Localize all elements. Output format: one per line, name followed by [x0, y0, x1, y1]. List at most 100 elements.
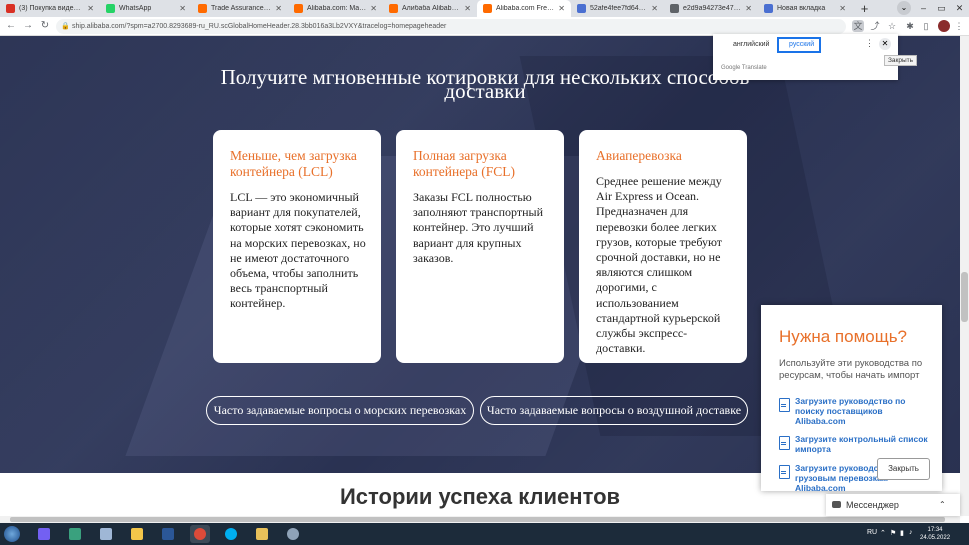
browser-tab[interactable]: Alibaba.com: Manufact ✕ [288, 0, 383, 17]
lang-target-option[interactable]: русский [777, 37, 821, 53]
browser-tab[interactable]: Алибаба Alibaba - кра ✕ [383, 0, 477, 17]
taskbar-clock[interactable]: 17:34 24.05.2022 [920, 526, 950, 542]
tab-label: Alibaba.com: Manufact [307, 5, 367, 12]
window-close-icon[interactable]: ✕ [952, 0, 967, 17]
taskbar-app-chrome[interactable] [190, 525, 210, 543]
forward-arrow-icon[interactable]: → [21, 19, 35, 33]
browser-tab[interactable]: e2d9a94273e47e637c ✕ [664, 0, 758, 17]
browser-tab[interactable]: 52afe4fee7fd64be8b ✕ [571, 0, 664, 17]
lock-icon: 🔒 [61, 23, 70, 30]
messenger-bar[interactable]: Мессенджер ⌃ [826, 494, 960, 516]
tab-close-icon[interactable]: ✕ [464, 4, 471, 13]
taskbar-app-files[interactable] [252, 525, 272, 543]
tray-chevron-up-icon[interactable]: ⌃ [880, 529, 886, 537]
new-tab-plus-icon[interactable]: + [857, 1, 872, 16]
chevron-up-icon[interactable]: ⌃ [939, 494, 946, 516]
tab-label: (3) Покупка видеокарт [19, 5, 83, 12]
chrome-icon [194, 528, 206, 540]
card-title: Меньше, чем загрузка контейнера (LCL) [230, 148, 357, 179]
translate-icon[interactable]: 文 [852, 20, 864, 32]
tab-search-chevron-icon[interactable]: ⌄ [897, 1, 911, 15]
side-panel-icon[interactable]: ▯ [920, 20, 932, 32]
tab-close-icon[interactable]: ✕ [745, 4, 752, 13]
shipping-card-air: Авиаперевозка Среднее решение между Air … [579, 130, 747, 363]
close-icon[interactable]: ✕ [879, 38, 891, 50]
help-link-import-checklist[interactable]: Загрузите контрольный список импорта [779, 434, 934, 454]
document-icon [779, 436, 790, 450]
tab-label: Alibaba.com Freight: us [496, 5, 554, 12]
scrollbar-thumb[interactable] [10, 517, 945, 522]
browser-tab[interactable]: Alibaba.com Freight: us ✕ [477, 0, 571, 17]
faq-sea-freight-button[interactable]: Часто задаваемые вопросы о морских перев… [206, 396, 474, 425]
profile-avatar[interactable] [938, 20, 950, 32]
notepad-icon [100, 528, 112, 540]
vertical-scrollbar[interactable] [960, 36, 969, 516]
shipping-card-lcl: Меньше, чем загрузка контейнера (LCL) LC… [213, 130, 381, 363]
tab-close-icon[interactable]: ✕ [370, 4, 377, 13]
tab-favicon [389, 4, 398, 13]
browser-tab[interactable]: WhatsApp ✕ [100, 0, 192, 17]
browser-tab[interactable]: Trade Assurance Order ✕ [192, 0, 288, 17]
tab-close-icon[interactable]: ✕ [839, 4, 846, 13]
help-link-label: Загрузите контрольный список импорта [795, 434, 928, 454]
taskbar-app-notepad[interactable] [96, 525, 116, 543]
tab-favicon [6, 4, 15, 13]
horizontal-scrollbar[interactable] [0, 516, 960, 523]
bookmark-star-icon[interactable]: ☆ [886, 20, 898, 32]
messenger-label: Мессенджер [846, 500, 899, 510]
tab-favicon [483, 4, 492, 13]
taskbar-app-viber[interactable] [34, 525, 54, 543]
back-arrow-icon[interactable]: ← [4, 19, 18, 33]
tab-close-icon[interactable]: ✕ [558, 4, 565, 13]
document-icon [779, 398, 790, 412]
shipping-card-fcl: Полная загрузка контейнера (FCL) Заказы … [396, 130, 564, 363]
scrollbar-thumb[interactable] [961, 272, 968, 322]
tray-network-icon[interactable]: ▮ [900, 529, 904, 537]
more-options-icon[interactable]: ⋮ [865, 38, 874, 49]
browser-tab[interactable]: Новая вкладка ✕ [758, 0, 852, 17]
card-text: LCL — это экономичный вариант для покупа… [230, 190, 366, 311]
help-title: Нужна помощь? [779, 327, 908, 346]
maximize-icon[interactable]: ▭ [934, 0, 949, 17]
reload-icon[interactable]: ↻ [38, 19, 52, 33]
tray-volume-icon[interactable]: ♪ [909, 529, 913, 536]
close-tooltip: Закрыть [884, 55, 918, 66]
tray-flag-icon[interactable]: ⚑ [890, 529, 896, 537]
browser-tab[interactable]: (3) Покупка видеокарт ✕ [0, 0, 100, 17]
tab-label: Новая вкладка [777, 5, 826, 12]
tab-close-icon[interactable]: ✕ [179, 4, 186, 13]
browser-menu-icon[interactable]: ⋮ [953, 20, 965, 32]
help-link-supplier-guide[interactable]: Загрузите руководство по поиску поставщи… [779, 396, 934, 426]
tab-label: Trade Assurance Order [211, 5, 272, 12]
tab-label: 52afe4fee7fd64be8b [590, 5, 647, 12]
tab-label: Алибаба Alibaba - кра [402, 5, 460, 12]
tab-close-icon[interactable]: ✕ [275, 4, 282, 13]
lang-source-option[interactable]: английский [723, 37, 779, 53]
taskbar-app-triangle[interactable] [65, 525, 85, 543]
share-icon[interactable]: ⤴ [869, 20, 881, 32]
clock-date: 24.05.2022 [920, 535, 951, 541]
taskbar-app-steam[interactable] [283, 525, 303, 543]
chat-icon [832, 501, 841, 508]
extensions-puzzle-icon[interactable]: ✱ [904, 20, 916, 32]
taskbar-app-word[interactable] [158, 525, 178, 543]
tab-close-icon[interactable]: ✕ [651, 4, 658, 13]
tab-favicon [198, 4, 207, 13]
taskbar-app-folder[interactable] [127, 525, 147, 543]
faq-air-freight-button[interactable]: Часто задаваемые вопросы о воздушной дос… [480, 396, 748, 425]
tray-language[interactable]: RU [867, 529, 877, 536]
address-bar[interactable]: 🔒 ship.alibaba.com/?spm=a2700.8293689-ru… [56, 19, 846, 34]
help-close-button[interactable]: Закрыть [877, 458, 930, 480]
help-link-label: Загрузите руководство по поиску поставщи… [795, 396, 906, 426]
clock-time: 17:34 [927, 527, 943, 533]
start-button-icon[interactable] [4, 526, 20, 542]
folder-icon [131, 528, 143, 540]
triangle-app-icon [69, 528, 81, 540]
minimize-icon[interactable]: – [916, 0, 931, 17]
tab-favicon [294, 4, 303, 13]
tab-favicon [764, 4, 773, 13]
tab-favicon [670, 4, 679, 13]
taskbar-app-skype[interactable] [221, 525, 241, 543]
card-title: Полная загрузка контейнера (FCL) [413, 148, 516, 179]
tab-close-icon[interactable]: ✕ [87, 4, 94, 13]
